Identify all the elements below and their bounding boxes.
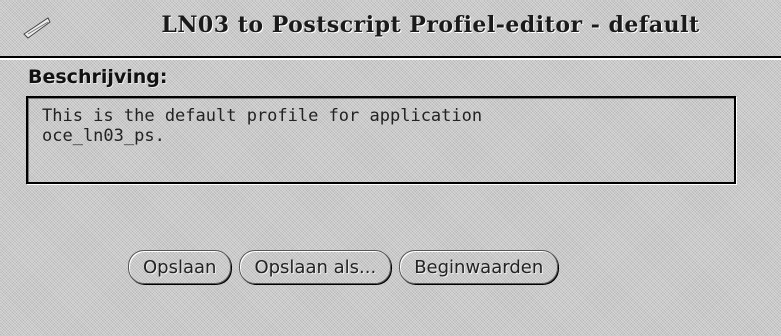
title-bar[interactable]: LN03 to Postscript Profiel-editor - defa… — [0, 0, 781, 58]
window-title: LN03 to Postscript Profiel-editor - defa… — [161, 12, 700, 38]
save-button[interactable]: Opslaan — [128, 250, 232, 284]
profile-editor-window: LN03 to Postscript Profiel-editor - defa… — [0, 0, 781, 336]
description-textarea[interactable]: This is the default profile for applicat… — [26, 96, 736, 184]
button-row: Opslaan Opslaan als... Beginwaarden — [128, 250, 559, 284]
save-as-button[interactable]: Opslaan als... — [239, 250, 392, 284]
description-text: This is the default profile for applicat… — [42, 106, 483, 146]
description-label: Beschrijving: — [28, 66, 168, 88]
window-menu-icon — [23, 17, 51, 39]
window-menu-button[interactable] — [20, 10, 54, 44]
defaults-button[interactable]: Beginwaarden — [399, 250, 559, 284]
